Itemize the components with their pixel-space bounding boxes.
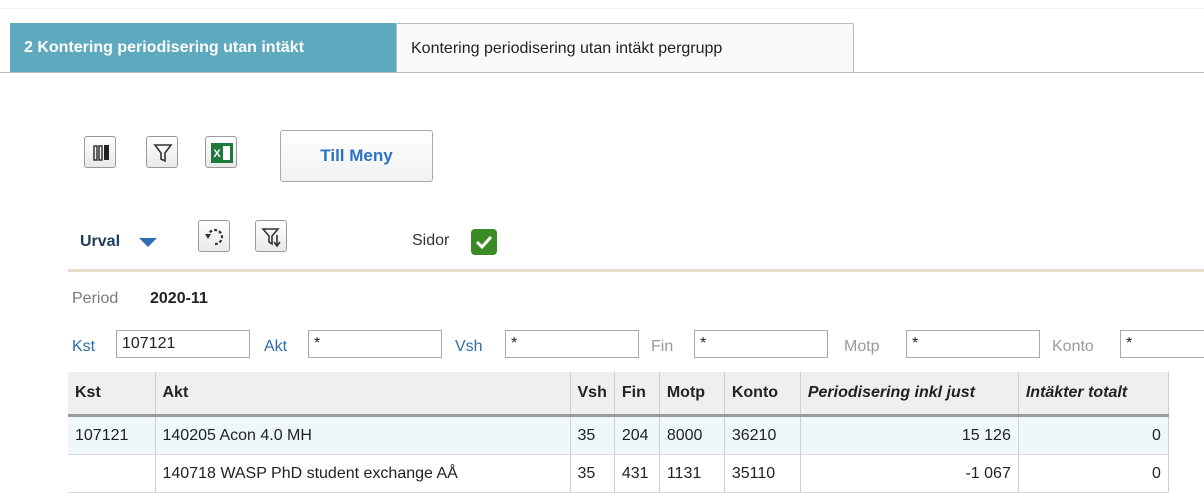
tab-divider bbox=[0, 72, 1204, 73]
till-meny-button[interactable]: Till Meny bbox=[280, 130, 433, 182]
table-row[interactable]: 140718 WASP PhD student exchange AÅ 35 4… bbox=[68, 454, 1169, 493]
section-divider bbox=[68, 269, 1204, 272]
checkmark-icon bbox=[475, 235, 493, 250]
cell-vsh: 35 bbox=[570, 454, 615, 493]
vsh-filter-label: Vsh bbox=[455, 338, 483, 355]
kst-filter-input[interactable]: 107121 bbox=[116, 330, 250, 358]
tab-kontering-periodisering[interactable]: 2 Kontering periodisering utan intäkt bbox=[10, 23, 396, 72]
cell-motp: 1131 bbox=[659, 454, 725, 493]
column-header-vsh[interactable]: Vsh bbox=[570, 372, 615, 417]
period-label: Period bbox=[72, 290, 119, 307]
excel-icon[interactable]: X bbox=[205, 136, 237, 168]
top-divider bbox=[0, 8, 1204, 9]
column-header-intakter[interactable]: Intäkter totalt bbox=[1018, 372, 1169, 417]
refresh-icon[interactable] bbox=[198, 220, 230, 252]
motp-filter-label: Motp bbox=[844, 338, 880, 355]
column-header-kst[interactable]: Kst bbox=[68, 372, 156, 417]
column-header-motp[interactable]: Motp bbox=[659, 372, 725, 417]
tab-bar: 2 Kontering periodisering utan intäkt Ko… bbox=[0, 23, 1204, 73]
cell-kst bbox=[68, 454, 156, 493]
columns-icon[interactable] bbox=[84, 136, 116, 168]
akt-filter-label: Akt bbox=[264, 338, 288, 355]
urval-dropdown[interactable]: Urval bbox=[80, 233, 120, 251]
cell-periodisering: -1 067 bbox=[800, 454, 1019, 493]
fin-filter-input[interactable]: * bbox=[694, 330, 828, 358]
cell-fin: 204 bbox=[614, 415, 660, 455]
konto-filter-label: Konto bbox=[1052, 338, 1094, 355]
period-value: 2020-11 bbox=[150, 290, 208, 307]
cell-kst: 107121 bbox=[68, 415, 156, 455]
cell-konto: 35110 bbox=[724, 454, 801, 493]
cell-fin: 431 bbox=[614, 454, 660, 493]
table-header-row: Kst Akt Vsh Fin Motp Konto Periodisering… bbox=[68, 372, 1169, 417]
cell-periodisering: 15 126 bbox=[800, 415, 1019, 455]
fin-filter-label: Fin bbox=[651, 338, 674, 355]
sidor-checkbox[interactable] bbox=[471, 229, 497, 255]
column-header-konto[interactable]: Konto bbox=[724, 372, 801, 417]
cell-konto: 36210 bbox=[724, 415, 801, 455]
column-header-akt[interactable]: Akt bbox=[155, 372, 571, 417]
cell-vsh: 35 bbox=[570, 415, 615, 455]
filter-apply-icon[interactable] bbox=[255, 220, 287, 252]
cell-intakter: 0 bbox=[1018, 415, 1169, 455]
column-header-fin[interactable]: Fin bbox=[614, 372, 660, 417]
kst-filter-label: Kst bbox=[72, 338, 96, 355]
akt-filter-input[interactable]: * bbox=[308, 330, 442, 358]
cell-motp: 8000 bbox=[659, 415, 725, 455]
svg-text:X: X bbox=[213, 148, 221, 160]
column-header-periodisering[interactable]: Periodisering inkl just bbox=[800, 372, 1019, 417]
cell-akt: 140205 Acon 4.0 MH bbox=[155, 415, 571, 455]
filter-icon[interactable] bbox=[146, 136, 178, 168]
results-table: Kst Akt Vsh Fin Motp Konto Periodisering… bbox=[68, 372, 1169, 493]
vsh-filter-input[interactable]: * bbox=[505, 330, 639, 358]
table-row[interactable]: 107121 140205 Acon 4.0 MH 35 204 8000 36… bbox=[68, 415, 1169, 455]
motp-filter-input[interactable]: * bbox=[906, 330, 1040, 358]
chevron-down-icon[interactable] bbox=[137, 236, 159, 248]
cell-intakter: 0 bbox=[1018, 454, 1169, 493]
cell-akt: 140718 WASP PhD student exchange AÅ bbox=[155, 454, 571, 493]
sidor-label: Sidor bbox=[412, 232, 450, 249]
tab-kontering-periodisering-pergrupp[interactable]: Kontering periodisering utan intäkt perg… bbox=[396, 23, 854, 72]
konto-filter-input[interactable]: * bbox=[1120, 330, 1204, 358]
